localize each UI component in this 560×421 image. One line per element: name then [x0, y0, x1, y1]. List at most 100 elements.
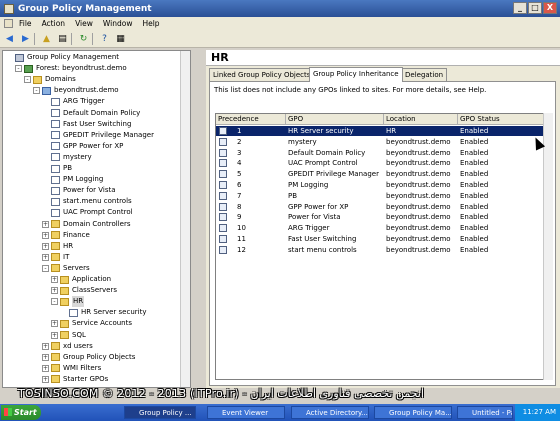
- expand-icon[interactable]: +: [51, 276, 58, 283]
- tree-node[interactable]: UAC Prompt Control: [42, 207, 133, 218]
- expand-icon[interactable]: +: [42, 253, 49, 261]
- expand-icon[interactable]: +: [42, 220, 49, 228]
- expand-icon[interactable]: +: [51, 331, 58, 339]
- table-row[interactable]: 11 Fast User Switching beyondtrust.demo Ena…: [216, 234, 545, 244]
- collapse-icon[interactable]: -: [24, 76, 31, 84]
- tree-node[interactable]: - HR: [51, 296, 85, 308]
- table-row[interactable]: 8 GPP Power for XP beyondtrust.demo Enabled: [216, 202, 545, 212]
- tree-node[interactable]: GPP Power for XP: [42, 141, 123, 152]
- table-row[interactable]: 10 ARG Trigger beyondtrust.demo Enabled: [216, 223, 545, 233]
- tree-node[interactable]: + ClassServers: [51, 285, 117, 296]
- maximize-button[interactable]: □: [528, 2, 542, 14]
- system-menu-icon[interactable]: [4, 19, 13, 28]
- column-location[interactable]: Location: [384, 114, 458, 125]
- tree-node-label: WMI Filters: [63, 363, 102, 372]
- taskbar-button-group-policy[interactable]: Group Policy ...: [124, 406, 196, 419]
- tree-node[interactable]: ARG Trigger: [42, 96, 104, 107]
- table-row[interactable]: 5 GPEDIT Privilege Manager beyondtrust.dem…: [216, 169, 545, 179]
- folder-icon: [60, 297, 69, 306]
- tree-node[interactable]: mystery: [42, 152, 92, 163]
- close-button[interactable]: X: [543, 2, 557, 14]
- tree-node[interactable]: start.menu controls: [42, 196, 132, 207]
- tree-node[interactable]: GPEDIT Privilege Manager: [42, 130, 154, 141]
- tree-node[interactable]: PM Logging: [42, 174, 103, 185]
- collapse-icon[interactable]: -: [15, 65, 22, 73]
- help-icon[interactable]: ?: [98, 32, 111, 45]
- tree-node[interactable]: + Finance: [42, 230, 90, 241]
- expand-icon[interactable]: +: [51, 287, 58, 295]
- tree-node[interactable]: - Forest: beyondtrust.demo: [15, 63, 127, 74]
- tree-scrollbar[interactable]: [180, 51, 190, 387]
- expand-icon[interactable]: +: [42, 242, 49, 250]
- tree-node[interactable]: + WMI Filters: [42, 363, 101, 374]
- tree-node[interactable]: HR Server security: [60, 307, 146, 318]
- tree-node[interactable]: + Group Policy Objects: [42, 352, 135, 363]
- forward-icon[interactable]: ▶: [19, 32, 32, 45]
- taskbar-button-event-viewer[interactable]: Event Viewer: [207, 406, 285, 419]
- table-row[interactable]: 9 Power for Vista beyondtrust.demo Enabled: [216, 212, 545, 222]
- menu-action[interactable]: Action: [42, 19, 66, 28]
- menu-file[interactable]: File: [19, 19, 32, 28]
- menu-view[interactable]: View: [75, 19, 93, 28]
- back-icon[interactable]: ◀: [3, 32, 16, 45]
- refresh-icon[interactable]: ↻: [77, 32, 90, 45]
- tree-node[interactable]: + IT: [42, 252, 69, 263]
- tab-linked-gpos[interactable]: Linked Group Policy Objects: [209, 68, 315, 81]
- tab-delegation[interactable]: Delegation: [401, 68, 448, 81]
- collapse-icon[interactable]: -: [51, 298, 58, 306]
- table-row[interactable]: 1 HR Server security HR Enabled: [216, 126, 545, 136]
- tree-node[interactable]: + Service Accounts: [51, 318, 132, 329]
- tree-node-label: Domains: [45, 75, 76, 84]
- table-row[interactable]: 7 PB beyondtrust.demo Enabled: [216, 191, 545, 201]
- tree-node[interactable]: + SQL: [51, 330, 86, 341]
- taskbar-button-active-directory[interactable]: Active Directory...: [291, 406, 369, 419]
- up-icon[interactable]: ▲: [40, 32, 53, 45]
- table-row[interactable]: 12 start menu controls beyondtrust.demo Ena…: [216, 245, 545, 255]
- tree-node-label: HR: [63, 241, 74, 250]
- collapse-icon[interactable]: -: [42, 264, 49, 272]
- menu-window[interactable]: Window: [103, 19, 133, 28]
- minimize-button[interactable]: _: [513, 2, 527, 14]
- tab-gp-inheritance[interactable]: Group Policy Inheritance: [309, 67, 403, 82]
- expand-icon[interactable]: +: [42, 375, 49, 383]
- tree-node-label: Servers: [63, 263, 90, 272]
- location-cell: beyondtrust.demo: [386, 159, 451, 168]
- menu-help[interactable]: Help: [142, 19, 159, 28]
- expand-icon[interactable]: +: [51, 320, 58, 328]
- tree-node[interactable]: Group Policy Management: [6, 52, 119, 63]
- table-row[interactable]: 3 Default Domain Policy beyondtrust.demo En…: [216, 148, 545, 158]
- column-gpo-status[interactable]: GPO Status: [458, 114, 545, 125]
- table-row[interactable]: 2 mystery beyondtrust.demo Enabled: [216, 137, 545, 147]
- properties-icon[interactable]: ▦: [114, 32, 127, 45]
- table-row[interactable]: 6 PM Logging beyondtrust.demo Enabled: [216, 180, 545, 190]
- tree-node[interactable]: - Servers: [42, 263, 90, 274]
- tree-node[interactable]: + Starter GPOs: [42, 374, 108, 385]
- expand-icon[interactable]: +: [42, 364, 49, 372]
- collapse-icon[interactable]: -: [33, 87, 40, 95]
- column-precedence[interactable]: Precedence: [216, 114, 286, 125]
- table-row[interactable]: 4 UAC Prompt Control beyondtrust.demo Enabl…: [216, 158, 545, 168]
- taskbar-button-paint[interactable]: Untitled - Paint: [457, 406, 513, 419]
- column-gpo[interactable]: GPO: [286, 114, 384, 125]
- tree-node[interactable]: Default Domain Policy: [42, 108, 140, 119]
- tree-node[interactable]: + xd users: [42, 341, 93, 352]
- tree-node[interactable]: - Domains: [24, 74, 76, 85]
- tree-node[interactable]: + Domain Controllers: [42, 219, 130, 230]
- tree-node[interactable]: PB: [42, 163, 72, 174]
- tree-node[interactable]: + HR: [42, 241, 73, 252]
- expand-icon[interactable]: +: [42, 342, 49, 350]
- location-cell: beyondtrust.demo: [386, 202, 451, 211]
- tree-node[interactable]: - beyondtrust.demo: [33, 85, 119, 96]
- taskbar-button-gp-management[interactable]: Group Policy Ma...: [374, 406, 452, 419]
- show-tree-icon[interactable]: ▤: [56, 32, 69, 45]
- expand-icon[interactable]: +: [42, 231, 49, 239]
- tree-node[interactable]: Power for Vista: [42, 185, 116, 196]
- gpo-status-cell: Enabled: [460, 202, 489, 211]
- list-scrollbar[interactable]: [543, 113, 553, 380]
- tree-node[interactable]: Fast User Switching: [42, 119, 131, 130]
- start-button[interactable]: Start: [1, 405, 41, 420]
- gpo-link-icon: [219, 202, 227, 211]
- tree-node[interactable]: + Application: [51, 274, 111, 285]
- tree-node-label: Starter GPOs: [63, 374, 109, 383]
- expand-icon[interactable]: +: [42, 353, 49, 361]
